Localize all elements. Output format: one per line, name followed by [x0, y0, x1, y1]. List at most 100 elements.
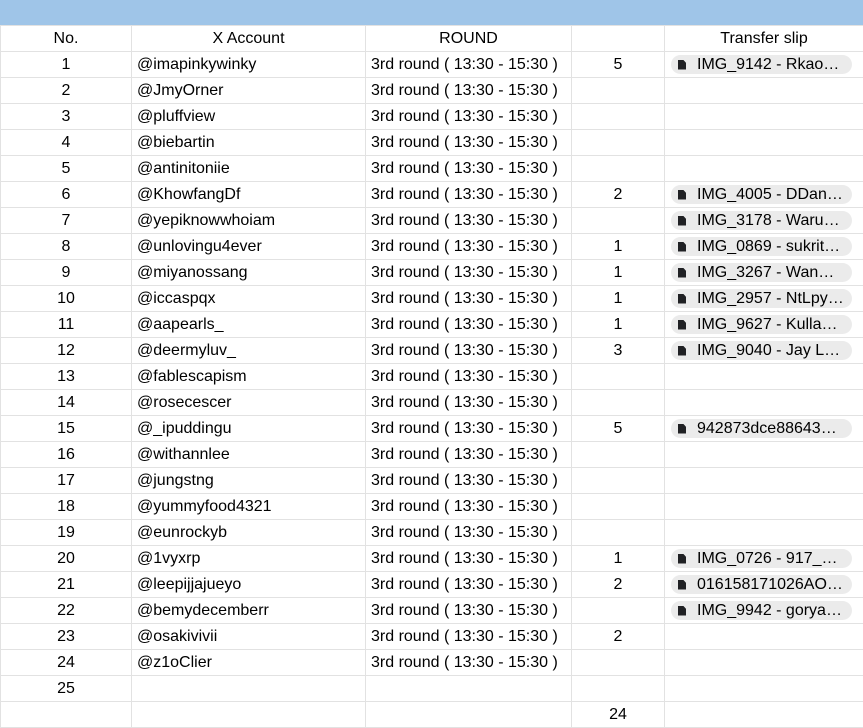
transfer-slip-cell[interactable]: IMG_4005 - DDan… — [665, 182, 863, 208]
account-cell[interactable]: @deermyluv_ — [132, 338, 366, 364]
row-number-cell[interactable]: 8 — [1, 234, 132, 260]
round-cell[interactable]: 3rd round ( 13:30 - 15:30 ) — [366, 572, 572, 598]
transfer-slip-cell[interactable] — [665, 390, 863, 416]
row-number-cell[interactable]: 7 — [1, 208, 132, 234]
round-cell[interactable]: 3rd round ( 13:30 - 15:30 ) — [366, 624, 572, 650]
row-number-cell[interactable]: 2 — [1, 78, 132, 104]
account-cell[interactable]: @jungstng — [132, 468, 366, 494]
round-cell[interactable]: 3rd round ( 13:30 - 15:30 ) — [366, 156, 572, 182]
round-cell[interactable]: 3rd round ( 13:30 - 15:30 ) — [366, 650, 572, 676]
row-number-cell[interactable]: 9 — [1, 260, 132, 286]
count-cell[interactable] — [572, 650, 665, 676]
count-cell[interactable]: 5 — [572, 416, 665, 442]
row-number-cell[interactable]: 18 — [1, 494, 132, 520]
file-chip[interactable]: IMG_0726 - 917_… — [671, 549, 852, 568]
round-cell[interactable]: 3rd round ( 13:30 - 15:30 ) — [366, 286, 572, 312]
row-number-cell[interactable]: 15 — [1, 416, 132, 442]
row-number-cell[interactable]: 14 — [1, 390, 132, 416]
row-number-cell[interactable]: 13 — [1, 364, 132, 390]
row-number-cell[interactable]: 5 — [1, 156, 132, 182]
count-cell[interactable]: 1 — [572, 546, 665, 572]
row-number-cell[interactable]: 21 — [1, 572, 132, 598]
account-cell[interactable]: @fablescapism — [132, 364, 366, 390]
file-chip[interactable]: 016158171026AO… — [671, 575, 852, 594]
transfer-slip-cell[interactable] — [665, 156, 863, 182]
count-cell[interactable] — [572, 130, 665, 156]
file-chip[interactable]: IMG_9942 - gorya… — [671, 601, 852, 620]
transfer-slip-cell[interactable]: IMG_3178 - Waru… — [665, 208, 863, 234]
total-count-cell[interactable]: 24 — [572, 702, 665, 728]
col-header-count[interactable] — [572, 26, 665, 52]
count-cell[interactable] — [572, 468, 665, 494]
round-cell[interactable]: 3rd round ( 13:30 - 15:30 ) — [366, 104, 572, 130]
count-cell[interactable] — [572, 104, 665, 130]
account-cell[interactable]: @JmyOrner — [132, 78, 366, 104]
row-number-cell[interactable]: 10 — [1, 286, 132, 312]
account-cell[interactable]: @unlovingu4ever — [132, 234, 366, 260]
footer-cell[interactable] — [1, 702, 132, 728]
row-number-cell[interactable]: 3 — [1, 104, 132, 130]
transfer-slip-cell[interactable] — [665, 78, 863, 104]
count-cell[interactable] — [572, 208, 665, 234]
footer-cell[interactable] — [665, 702, 863, 728]
account-cell[interactable]: @z1oClier — [132, 650, 366, 676]
count-cell[interactable]: 1 — [572, 286, 665, 312]
transfer-slip-cell[interactable] — [665, 130, 863, 156]
col-header-no[interactable]: No. — [1, 26, 132, 52]
transfer-slip-cell[interactable] — [665, 468, 863, 494]
file-chip[interactable]: IMG_3267 - Wanw… — [671, 263, 852, 282]
round-cell[interactable]: 3rd round ( 13:30 - 15:30 ) — [366, 546, 572, 572]
count-cell[interactable] — [572, 494, 665, 520]
account-cell[interactable] — [132, 676, 366, 702]
file-chip[interactable]: IMG_2957 - NtLpy… — [671, 289, 852, 308]
count-cell[interactable] — [572, 390, 665, 416]
file-chip[interactable]: IMG_0869 - sukritt… — [671, 237, 852, 256]
transfer-slip-cell[interactable]: IMG_9142 - Rkao… — [665, 52, 863, 78]
round-cell[interactable]: 3rd round ( 13:30 - 15:30 ) — [366, 598, 572, 624]
file-chip[interactable]: 942873dce886436… — [671, 419, 852, 438]
row-number-cell[interactable]: 12 — [1, 338, 132, 364]
file-chip[interactable]: IMG_3178 - Waru… — [671, 211, 852, 230]
round-cell[interactable]: 3rd round ( 13:30 - 15:30 ) — [366, 468, 572, 494]
account-cell[interactable]: @yummyfood4321 — [132, 494, 366, 520]
count-cell[interactable]: 3 — [572, 338, 665, 364]
footer-cell[interactable] — [132, 702, 366, 728]
file-chip[interactable]: IMG_9627 - Kulla… — [671, 315, 852, 334]
row-number-cell[interactable]: 4 — [1, 130, 132, 156]
count-cell[interactable]: 2 — [572, 572, 665, 598]
row-number-cell[interactable]: 23 — [1, 624, 132, 650]
transfer-slip-cell[interactable]: 016158171026AO… — [665, 572, 863, 598]
row-number-cell[interactable]: 16 — [1, 442, 132, 468]
account-cell[interactable]: @iccaspqx — [132, 286, 366, 312]
account-cell[interactable]: @KhowfangDf — [132, 182, 366, 208]
account-cell[interactable]: @aapearls_ — [132, 312, 366, 338]
account-cell[interactable]: @biebartin — [132, 130, 366, 156]
account-cell[interactable]: @osakivivii — [132, 624, 366, 650]
row-number-cell[interactable]: 1 — [1, 52, 132, 78]
row-number-cell[interactable]: 24 — [1, 650, 132, 676]
account-cell[interactable]: @eunrockyb — [132, 520, 366, 546]
count-cell[interactable]: 1 — [572, 312, 665, 338]
row-number-cell[interactable]: 22 — [1, 598, 132, 624]
transfer-slip-cell[interactable] — [665, 650, 863, 676]
footer-cell[interactable] — [366, 702, 572, 728]
count-cell[interactable] — [572, 520, 665, 546]
transfer-slip-cell[interactable]: 942873dce886436… — [665, 416, 863, 442]
row-number-cell[interactable]: 6 — [1, 182, 132, 208]
transfer-slip-cell[interactable] — [665, 624, 863, 650]
count-cell[interactable] — [572, 156, 665, 182]
col-header-slip[interactable]: Transfer slip — [665, 26, 863, 52]
transfer-slip-cell[interactable]: IMG_9942 - gorya… — [665, 598, 863, 624]
account-cell[interactable]: @miyanossang — [132, 260, 366, 286]
count-cell[interactable] — [572, 676, 665, 702]
round-cell[interactable]: 3rd round ( 13:30 - 15:30 ) — [366, 338, 572, 364]
row-number-cell[interactable]: 19 — [1, 520, 132, 546]
round-cell[interactable]: 3rd round ( 13:30 - 15:30 ) — [366, 520, 572, 546]
count-cell[interactable] — [572, 442, 665, 468]
account-cell[interactable]: @1vyxrp — [132, 546, 366, 572]
account-cell[interactable]: @imapinkywinky — [132, 52, 366, 78]
round-cell[interactable]: 3rd round ( 13:30 - 15:30 ) — [366, 442, 572, 468]
transfer-slip-cell[interactable] — [665, 520, 863, 546]
transfer-slip-cell[interactable]: IMG_0869 - sukritt… — [665, 234, 863, 260]
account-cell[interactable]: @leepijjajueyo — [132, 572, 366, 598]
